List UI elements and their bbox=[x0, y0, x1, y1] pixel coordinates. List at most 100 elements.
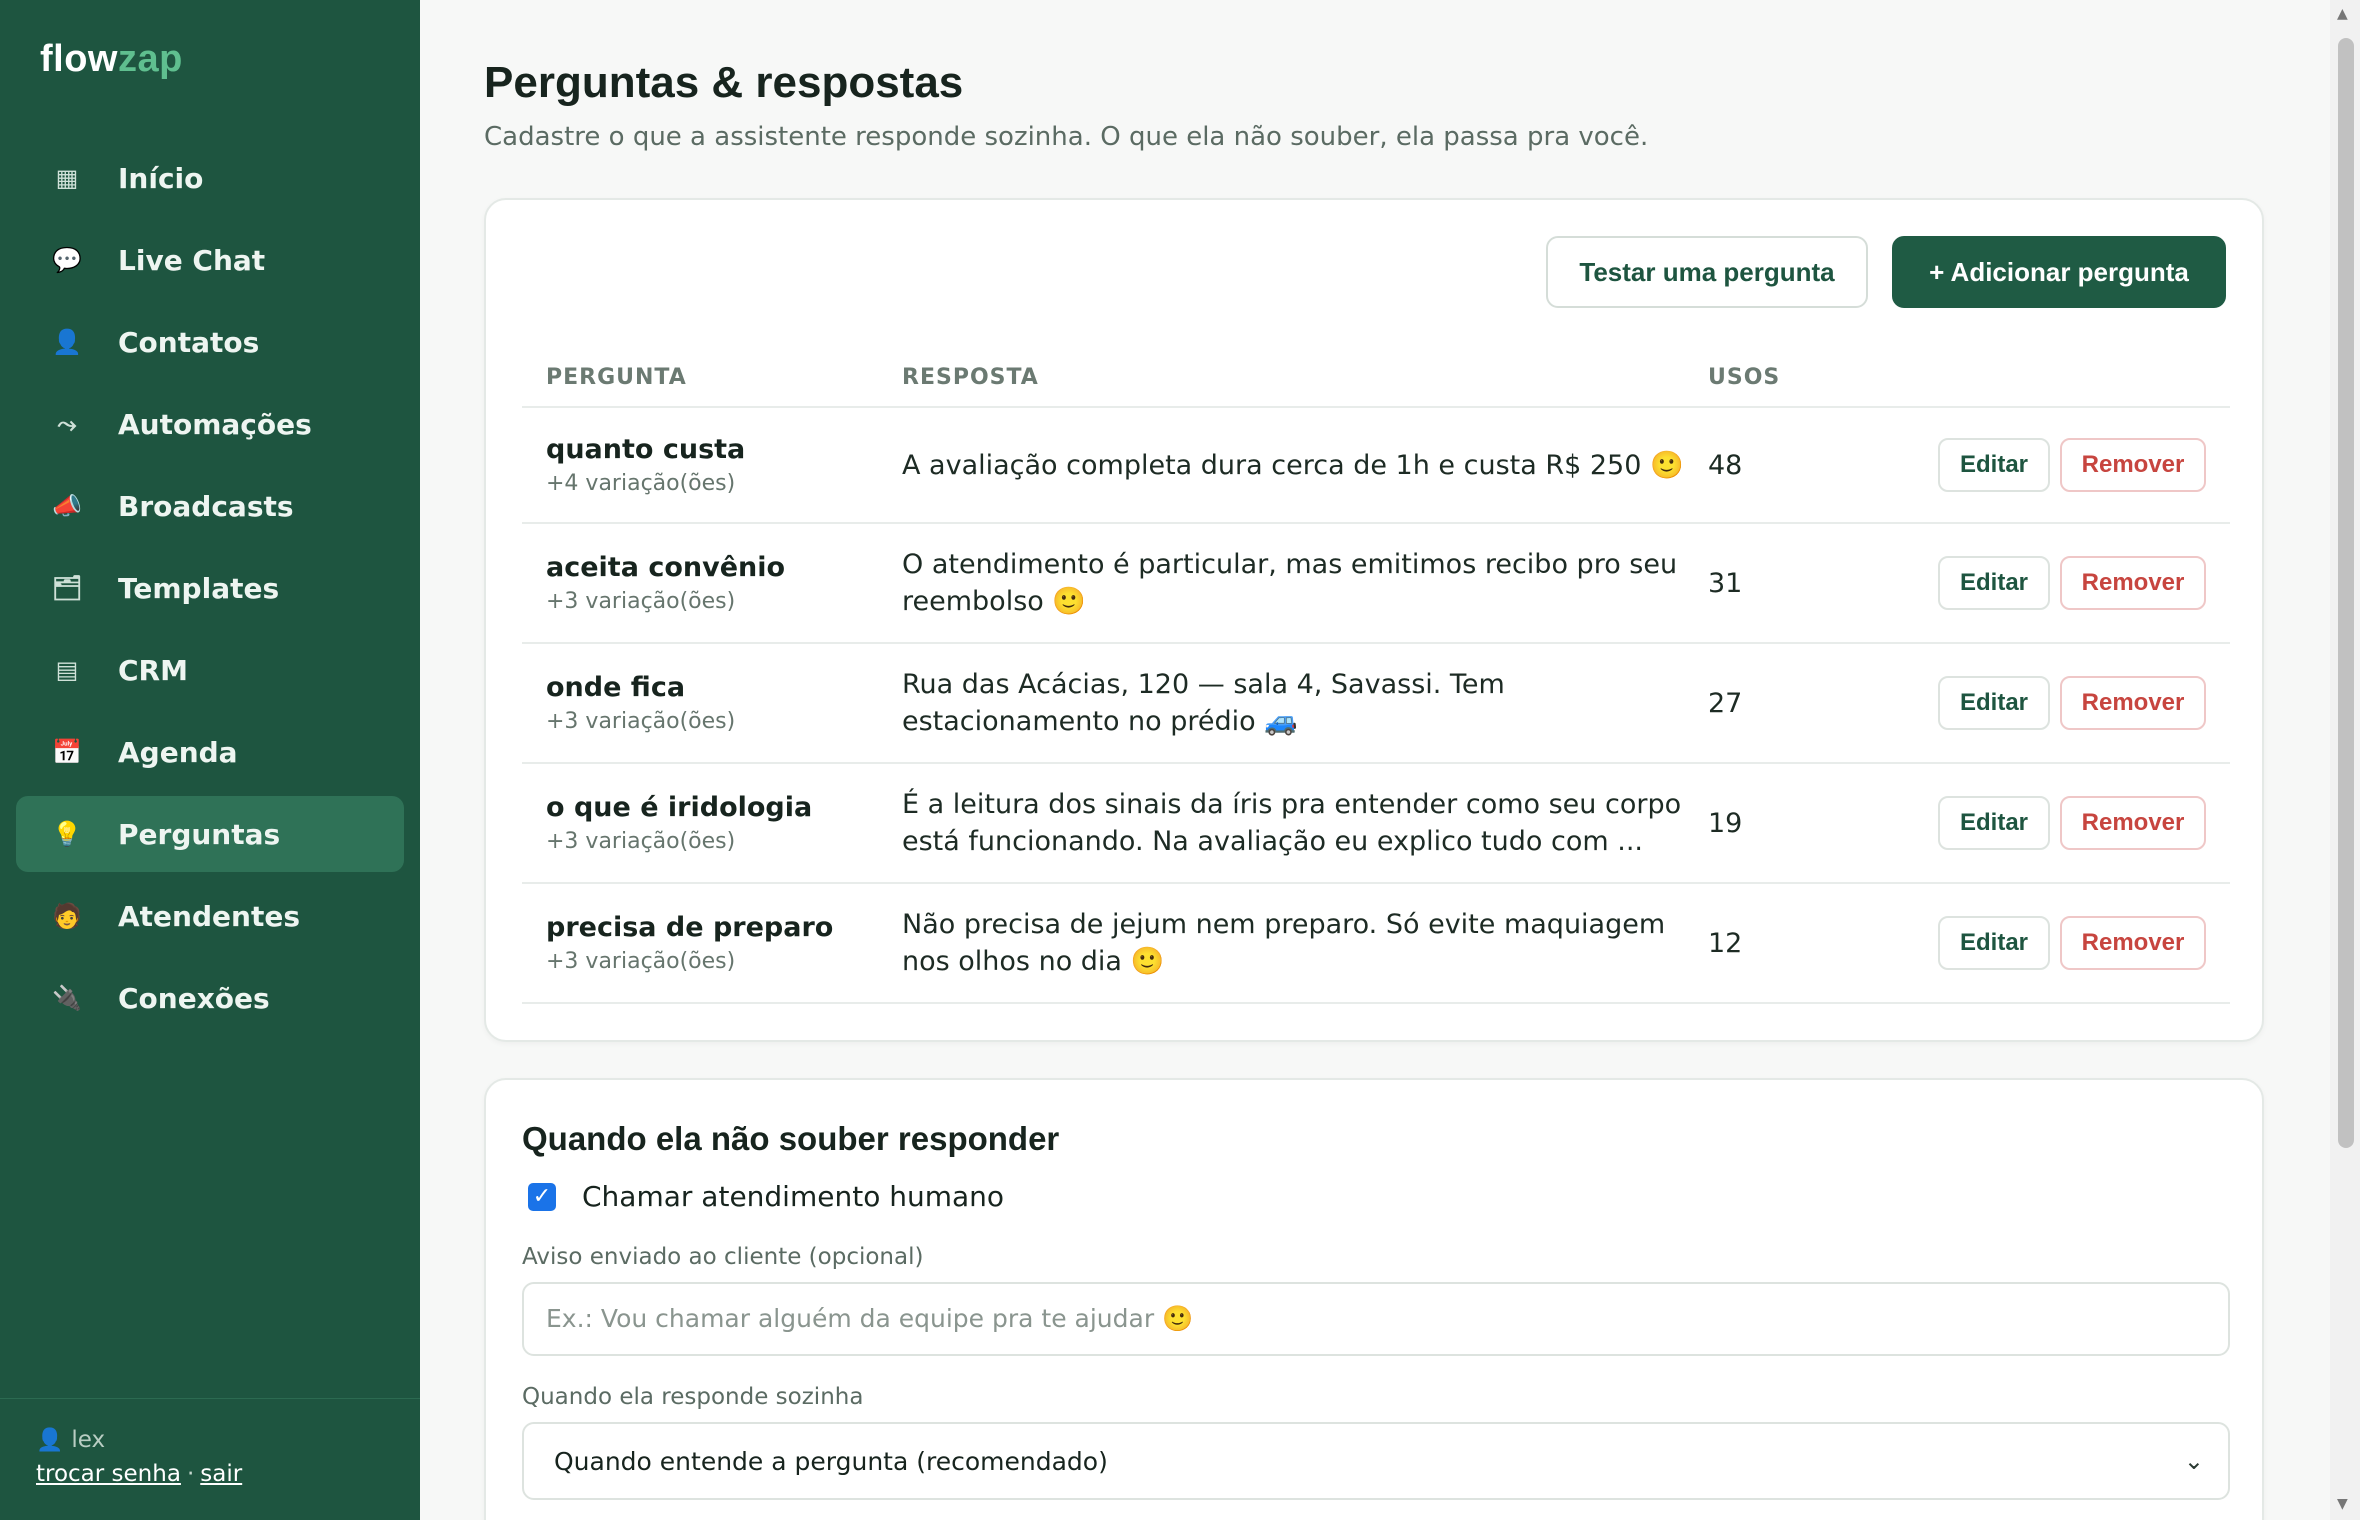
edit-button[interactable]: Editar bbox=[1938, 438, 2050, 492]
answer-text: A avaliação completa dura cerca de 1h e … bbox=[902, 449, 1684, 481]
chevron-down-icon: ⌄ bbox=[2183, 1447, 2204, 1475]
question-text: quanto custa bbox=[546, 434, 746, 465]
variations-count: +3 variação(ões) bbox=[546, 949, 736, 974]
table-body: quanto custa +4 variação(ões) A avaliação … bbox=[522, 408, 2230, 1004]
header-uses: USOS bbox=[1708, 364, 1781, 390]
uses-cell: 12 bbox=[1708, 928, 1868, 959]
folder-icon: 🗂 bbox=[51, 574, 83, 602]
actions-cell: Editar Remover bbox=[1868, 438, 2230, 492]
sidebar-item-perguntas[interactable]: 💡 Perguntas bbox=[16, 796, 404, 872]
qa-toolbar: Testar uma pergunta + Adicionar pergunta bbox=[1546, 236, 2226, 308]
sidebar-item-atendentes[interactable]: 🧑 Atendentes bbox=[16, 878, 404, 954]
logout-link[interactable]: sair bbox=[200, 1461, 242, 1487]
notice-label: Aviso enviado ao cliente (opcional) bbox=[522, 1244, 924, 1270]
brand-logo-part1: flow bbox=[40, 38, 118, 80]
table-row: aceita convênio +3 variação(ões) O atendim… bbox=[522, 524, 2230, 644]
edit-button[interactable]: Editar bbox=[1938, 916, 2050, 970]
table-row: precisa de preparo +3 variação(ões) Não pr… bbox=[522, 884, 2230, 1004]
page-title: Perguntas & respostas bbox=[484, 58, 964, 107]
agent-icon: 🧑 bbox=[52, 902, 82, 930]
table-row: o que é iridologia +3 variação(ões) É a le… bbox=[522, 764, 2230, 884]
answer-cell: É a leitura dos sinais da íris pra enten… bbox=[878, 786, 1708, 860]
page-scrollbar[interactable]: ▲ ▼ bbox=[2330, 0, 2360, 1520]
answer-cell: O atendimento é particular, mas emitimos… bbox=[878, 546, 1708, 620]
notice-input[interactable]: Ex.: Vou chamar alguém da equipe pra te … bbox=[522, 1282, 2230, 1356]
sidebar-item-inicio[interactable]: ▦ Início bbox=[16, 140, 404, 216]
header-answer: RESPOSTA bbox=[902, 364, 1039, 390]
sidebar-item-agenda[interactable]: 📅 Agenda bbox=[16, 714, 404, 790]
user-info: 👤 lex bbox=[36, 1425, 420, 1455]
uses-count: 12 bbox=[1708, 927, 1743, 959]
question-cell: precisa de preparo +3 variação(ões) bbox=[522, 912, 878, 974]
sidebar-item-crm[interactable]: ▤ CRM bbox=[16, 632, 404, 708]
human-handoff-checkbox[interactable]: ✓ bbox=[528, 1182, 556, 1211]
uses-count: 48 bbox=[1708, 449, 1743, 481]
scroll-thumb[interactable] bbox=[2338, 38, 2354, 1148]
sidebar-item-templates[interactable]: 🗂 Templates bbox=[16, 550, 404, 626]
sidebar-item-label: Broadcasts bbox=[118, 489, 294, 523]
answer-cell: A avaliação completa dura cerca de 1h e … bbox=[878, 447, 1708, 484]
change-password-link[interactable]: trocar senha bbox=[36, 1461, 181, 1487]
fallback-card: Quando ela não souber responder ✓ Chamar… bbox=[484, 1078, 2264, 1520]
remove-button[interactable]: Remover bbox=[2060, 676, 2206, 730]
uses-cell: 48 bbox=[1708, 450, 1868, 481]
uses-count: 27 bbox=[1708, 687, 1743, 719]
uses-cell: 27 bbox=[1708, 688, 1868, 719]
sidebar-item-label: Contatos bbox=[118, 325, 260, 359]
sidebar-item-conexoes[interactable]: 🔌 Conexões bbox=[16, 960, 404, 1036]
scroll-down-icon[interactable]: ▼ bbox=[2337, 1496, 2348, 1512]
qa-table: PERGUNTA RESPOSTA USOS quanto custa +4 va… bbox=[522, 348, 2230, 1004]
test-question-button[interactable]: Testar uma pergunta bbox=[1546, 236, 1868, 308]
variations-count: +3 variação(ões) bbox=[546, 709, 736, 734]
question-text: onde fica bbox=[546, 672, 686, 703]
user-name: lex bbox=[71, 1427, 106, 1453]
remove-button[interactable]: Remover bbox=[2060, 556, 2206, 610]
mode-select[interactable]: Quando entende a pergunta (recomendado) … bbox=[522, 1422, 2230, 1500]
sidebar-item-broadcasts[interactable]: 📣 Broadcasts bbox=[16, 468, 404, 544]
grid-icon: ▦ bbox=[55, 164, 79, 192]
scroll-up-icon[interactable]: ▲ bbox=[2337, 6, 2348, 22]
remove-button[interactable]: Remover bbox=[2060, 796, 2206, 850]
sidebar-item-automacoes[interactable]: ⤳ Automações bbox=[16, 386, 404, 462]
uses-count: 19 bbox=[1708, 807, 1743, 839]
uses-count: 31 bbox=[1708, 567, 1743, 599]
remove-button[interactable]: Remover bbox=[2060, 916, 2206, 970]
answer-text: Rua das Acácias, 120 — sala 4, Savassi. … bbox=[902, 669, 1505, 737]
question-cell: quanto custa +4 variação(ões) bbox=[522, 434, 878, 496]
edit-button[interactable]: Editar bbox=[1938, 796, 2050, 850]
actions-cell: Editar Remover bbox=[1868, 556, 2230, 610]
main-content: Perguntas & respostas Cadastre o que a a… bbox=[420, 0, 2330, 1520]
remove-button[interactable]: Remover bbox=[2060, 438, 2206, 492]
chat-bubble-icon: 💬 bbox=[52, 246, 82, 274]
sidebar-item-label: CRM bbox=[118, 653, 188, 687]
answer-text: Não precisa de jejum nem preparo. Só evi… bbox=[902, 909, 1666, 977]
question-text: precisa de preparo bbox=[546, 912, 834, 943]
calendar-icon: 📅 bbox=[52, 738, 82, 766]
list-icon: ▤ bbox=[55, 656, 79, 684]
sidebar-footer: 👤 lex trocar senha · sair bbox=[0, 1398, 420, 1520]
person-icon: 👤 bbox=[52, 328, 82, 356]
human-handoff-label: Chamar atendimento humano bbox=[582, 1180, 1005, 1213]
answer-cell: Rua das Acácias, 120 — sala 4, Savassi. … bbox=[878, 666, 1708, 740]
sidebar-item-label: Live Chat bbox=[118, 243, 266, 277]
header-question: PERGUNTA bbox=[546, 364, 687, 390]
human-handoff-option[interactable]: ✓ Chamar atendimento humano bbox=[522, 1180, 1004, 1213]
sidebar-item-live-chat[interactable]: 💬 Live Chat bbox=[16, 222, 404, 298]
sidebar-item-label: Início bbox=[118, 161, 204, 195]
edit-button[interactable]: Editar bbox=[1938, 676, 2050, 730]
brand-logo[interactable]: flowzap bbox=[40, 38, 183, 81]
sidebar-item-label: Perguntas bbox=[118, 817, 281, 851]
fallback-title: Quando ela não souber responder bbox=[522, 1120, 1060, 1157]
add-question-button[interactable]: + Adicionar pergunta bbox=[1892, 236, 2226, 308]
mode-label: Quando ela responde sozinha bbox=[522, 1384, 864, 1410]
brand-logo-part2: zap bbox=[117, 38, 183, 80]
qa-card: Testar uma pergunta + Adicionar pergunta… bbox=[484, 198, 2264, 1042]
sidebar-item-label: Atendentes bbox=[118, 899, 300, 933]
table-header: PERGUNTA RESPOSTA USOS bbox=[522, 348, 2230, 408]
edit-button[interactable]: Editar bbox=[1938, 556, 2050, 610]
question-cell: onde fica +3 variação(ões) bbox=[522, 672, 878, 734]
sidebar-item-contatos[interactable]: 👤 Contatos bbox=[16, 304, 404, 380]
question-cell: aceita convênio +3 variação(ões) bbox=[522, 552, 878, 614]
sidebar-item-label: Conexões bbox=[118, 981, 270, 1015]
uses-cell: 31 bbox=[1708, 568, 1868, 599]
